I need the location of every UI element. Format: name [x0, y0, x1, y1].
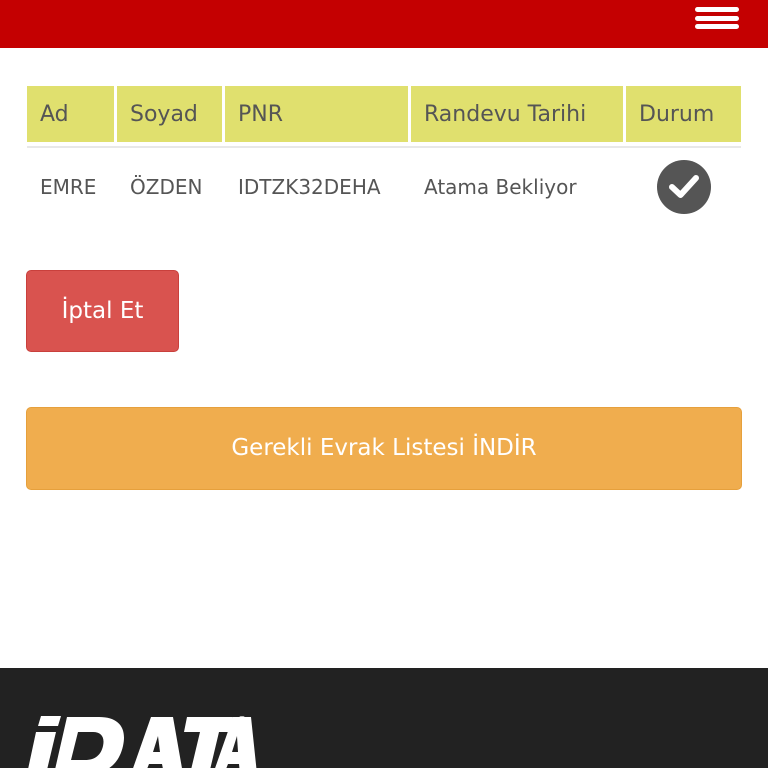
column-header-durum: Durum	[626, 86, 741, 142]
idata-logo	[28, 716, 257, 768]
top-bar	[0, 0, 768, 48]
column-header-pnr: PNR	[225, 86, 411, 142]
check-circle-icon	[656, 160, 711, 214]
table-row: EMRE ÖZDEN IDTZK32DEHA Atama Bekliyor	[27, 148, 741, 226]
footer: ®	[0, 668, 768, 768]
cell-durum	[626, 148, 741, 226]
column-header-ad: Ad	[27, 86, 117, 142]
cell-randevu-tarihi: Atama Bekliyor	[424, 175, 577, 199]
table-header-row: Ad Soyad PNR Randevu Tarihi Durum	[27, 86, 741, 142]
appointment-table: Ad Soyad PNR Randevu Tarihi Durum EMRE Ö…	[27, 86, 741, 226]
cancel-button[interactable]: İptal Et	[26, 270, 179, 352]
download-documents-button[interactable]: Gerekli Evrak Listesi İNDİR	[26, 407, 742, 490]
main-content: Ad Soyad PNR Randevu Tarihi Durum EMRE Ö…	[0, 48, 768, 668]
hamburger-menu-icon[interactable]	[695, 7, 739, 29]
cell-soyad: ÖZDEN	[130, 175, 203, 199]
cell-ad: EMRE	[40, 175, 97, 199]
registered-trademark-mark: ®	[236, 714, 248, 728]
cell-pnr: IDTZK32DEHA	[238, 175, 381, 199]
column-header-randevu-tarihi: Randevu Tarihi	[411, 86, 626, 142]
column-header-soyad: Soyad	[117, 86, 225, 142]
